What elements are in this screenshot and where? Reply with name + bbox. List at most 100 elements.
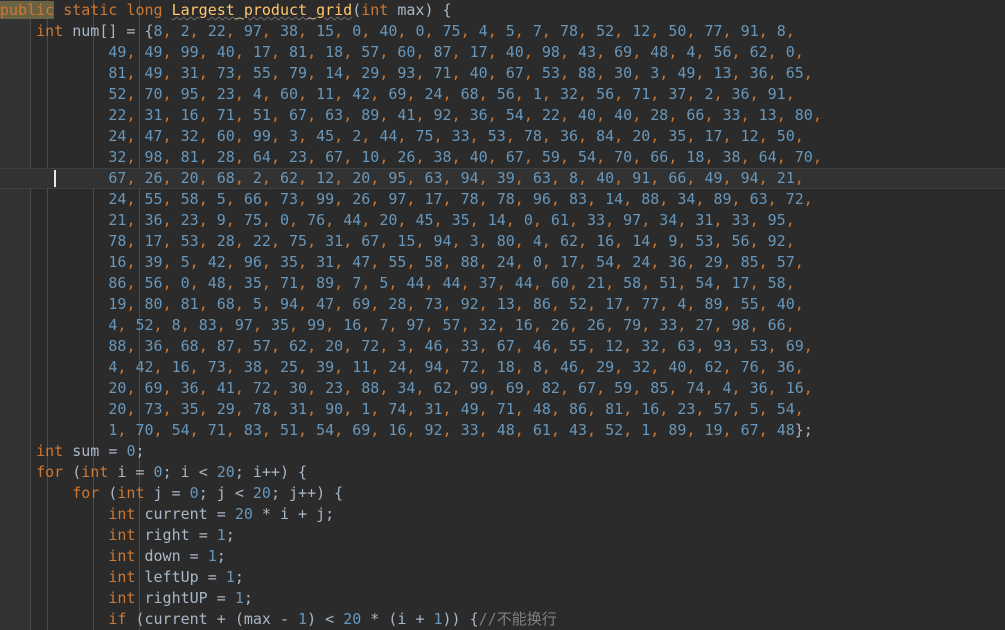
- code-line-array-row-13[interactable]: 86, 56, 0, 48, 35, 71, 89, 7, 5, 44, 44,…: [0, 273, 1005, 294]
- array-value: 93: [397, 64, 416, 82]
- array-value: 7: [532, 22, 542, 40]
- array-value: 21: [776, 169, 795, 187]
- code-content[interactable]: public static long Largest_product_grid(…: [0, 0, 1005, 630]
- array-value: 24: [108, 127, 127, 145]
- code-line-statement-3[interactable]: for (int j = 0; j < 20; j++) {: [0, 483, 1005, 504]
- code-line-statement-4[interactable]: int current = 20 * i + j;: [0, 504, 1005, 525]
- code-line-statement-2[interactable]: for (int i = 0; i < 20; i++) {: [0, 462, 1005, 483]
- array-value: 53: [749, 337, 768, 355]
- array-value: 95: [767, 211, 786, 229]
- array-value: 9: [668, 232, 678, 250]
- array-value: 8: [568, 169, 578, 187]
- code-line-array-row-15[interactable]: 4, 52, 8, 83, 97, 35, 99, 16, 7, 97, 57,…: [0, 315, 1005, 336]
- code-line-array-row-4[interactable]: 52, 70, 95, 23, 4, 60, 11, 42, 69, 24, 6…: [0, 84, 1005, 105]
- array-value: 44: [514, 274, 533, 292]
- array-value: 83: [568, 190, 588, 208]
- array-value: 42: [135, 358, 154, 376]
- code-line-array-row-5[interactable]: 22, 31, 16, 71, 51, 67, 63, 89, 41, 92, …: [0, 105, 1005, 126]
- array-value: 16: [641, 400, 660, 418]
- array-value: 15: [397, 232, 416, 250]
- array-value: 97: [388, 190, 407, 208]
- array-value: 31: [316, 253, 335, 271]
- array-value: 62: [559, 232, 578, 250]
- code-line-array-row-17[interactable]: 4, 42, 16, 73, 38, 25, 39, 11, 24, 94, 7…: [0, 357, 1005, 378]
- array-value: 72: [460, 358, 479, 376]
- keyword-long: long: [126, 1, 163, 19]
- array-value: 7: [379, 316, 389, 334]
- array-value: 73: [424, 295, 443, 313]
- array-value: 97: [623, 211, 642, 229]
- code-line-statement-7[interactable]: int leftUp = 1;: [0, 567, 1005, 588]
- array-value: 47: [352, 253, 371, 271]
- code-line-statement-9[interactable]: if (current + (max - 1) < 20 * (i + 1)) …: [0, 609, 1005, 630]
- array-value: 12: [632, 22, 651, 40]
- array-value: 13: [496, 295, 515, 313]
- array-value: 21: [587, 274, 606, 292]
- code-line-array-row-8[interactable]: 67, 26, 20, 68, 2, 62, 12, 20, 95, 63, 9…: [0, 168, 1005, 189]
- array-value: 74: [686, 379, 705, 397]
- code-line-statement-5[interactable]: int right = 1;: [0, 525, 1005, 546]
- array-value: 78: [496, 190, 515, 208]
- array-value: 21: [108, 211, 127, 229]
- code-line-array-row-16[interactable]: 88, 36, 68, 87, 57, 62, 20, 72, 3, 46, 3…: [0, 336, 1005, 357]
- array-value: 33: [587, 211, 606, 229]
- array-value: 86: [108, 274, 127, 292]
- array-value: 54: [695, 274, 714, 292]
- code-line-array-row-9[interactable]: 24, 55, 58, 5, 66, 73, 99, 26, 97, 17, 7…: [0, 189, 1005, 210]
- array-value: 68: [180, 337, 199, 355]
- array-value: 54: [316, 421, 335, 439]
- array-value: 3: [469, 232, 479, 250]
- array-value: 23: [325, 379, 344, 397]
- array-value: 5: [180, 253, 190, 271]
- code-line-method-signature[interactable]: public static long Largest_product_grid(…: [0, 0, 1005, 21]
- code-line-array-row-2[interactable]: 49, 49, 99, 40, 17, 81, 18, 57, 60, 87, …: [0, 42, 1005, 63]
- array-value: 35: [668, 127, 687, 145]
- array-value: 61: [550, 211, 569, 229]
- code-line-array-row-11[interactable]: 78, 17, 53, 28, 22, 75, 31, 67, 15, 94, …: [0, 231, 1005, 252]
- code-line-array-row-1[interactable]: int num[] = {8, 2, 22, 97, 38, 15, 0, 40…: [0, 21, 1005, 42]
- code-line-array-row-3[interactable]: 81, 49, 31, 73, 55, 79, 14, 29, 93, 71, …: [0, 63, 1005, 84]
- array-value: 45: [415, 211, 434, 229]
- code-line-array-row-19[interactable]: 20, 73, 35, 29, 78, 31, 90, 1, 74, 31, 4…: [0, 399, 1005, 420]
- code-editor[interactable]: public static long Largest_product_grid(…: [0, 0, 1005, 630]
- array-value: 63: [532, 169, 551, 187]
- array-value: 76: [307, 211, 326, 229]
- array-value: 17: [252, 43, 271, 61]
- array-value: 14: [605, 190, 624, 208]
- code-line-statement-1[interactable]: int sum = 0;: [0, 441, 1005, 462]
- array-value: 46: [424, 337, 443, 355]
- array-value: 81: [289, 43, 308, 61]
- array-value: 52: [108, 85, 127, 103]
- array-value: 38: [722, 148, 741, 166]
- array-value: 66: [650, 148, 669, 166]
- code-line-array-row-10[interactable]: 21, 36, 23, 9, 75, 0, 76, 44, 20, 45, 35…: [0, 210, 1005, 231]
- array-value: 72: [785, 190, 804, 208]
- array-value: 78: [559, 22, 578, 40]
- array-value: 24: [388, 358, 407, 376]
- array-value: 68: [460, 85, 479, 103]
- array-value: 40: [469, 64, 488, 82]
- array-value: 80: [144, 295, 163, 313]
- array-value: 88: [641, 190, 660, 208]
- array-value: 92: [460, 295, 479, 313]
- code-line-array-row-20[interactable]: 1, 70, 54, 71, 83, 51, 54, 69, 16, 92, 3…: [0, 420, 1005, 441]
- array-value: 99: [307, 316, 326, 334]
- array-value: 67: [578, 379, 597, 397]
- array-value: 58: [424, 253, 443, 271]
- code-line-array-row-12[interactable]: 16, 39, 5, 42, 96, 35, 31, 47, 55, 58, 8…: [0, 252, 1005, 273]
- array-value: 55: [568, 337, 588, 355]
- code-line-array-row-14[interactable]: 19, 80, 81, 68, 5, 94, 47, 69, 28, 73, 9…: [0, 294, 1005, 315]
- array-value: 51: [252, 106, 271, 124]
- array-value: 53: [180, 232, 199, 250]
- code-line-statement-8[interactable]: int rightUP = 1;: [0, 588, 1005, 609]
- code-line-array-row-18[interactable]: 20, 69, 36, 41, 72, 30, 23, 88, 34, 62, …: [0, 378, 1005, 399]
- array-value: 16: [171, 358, 190, 376]
- array-value: 36: [144, 211, 163, 229]
- code-line-array-row-6[interactable]: 24, 47, 32, 60, 99, 3, 45, 2, 44, 75, 33…: [0, 126, 1005, 147]
- code-line-array-row-7[interactable]: 32, 98, 81, 28, 64, 23, 67, 10, 26, 38, …: [0, 147, 1005, 168]
- code-line-statement-6[interactable]: int down = 1;: [0, 546, 1005, 567]
- array-value: 31: [289, 400, 308, 418]
- array-value: 51: [659, 274, 678, 292]
- array-value: 95: [388, 169, 407, 187]
- array-value: 44: [343, 211, 362, 229]
